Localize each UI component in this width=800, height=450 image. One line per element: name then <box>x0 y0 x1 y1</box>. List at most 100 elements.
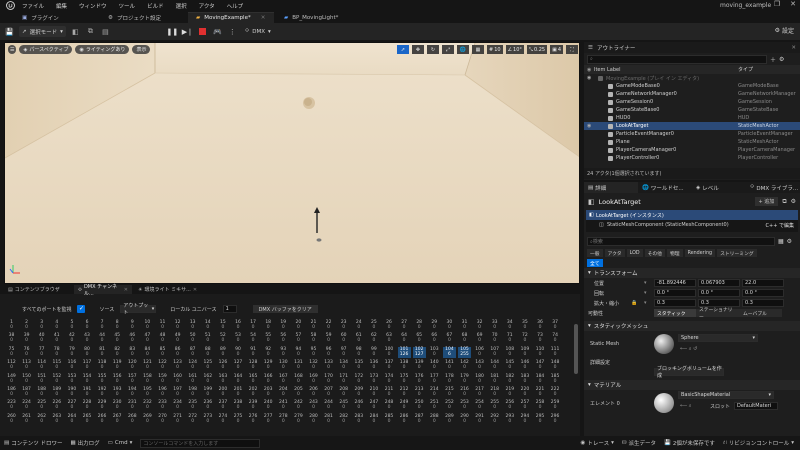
outliner-row[interactable]: GameModeBase0 GameModeBase <box>584 82 800 90</box>
tab-levels[interactable]: ◈ レベル <box>692 182 746 193</box>
rotation-y-field[interactable]: 0.0 ° <box>698 289 740 297</box>
maximize-viewport-icon[interactable]: ⛶ <box>566 45 578 54</box>
layout-icon[interactable]: ▦ <box>778 238 784 245</box>
filter-tab[interactable]: その他 <box>644 249 665 257</box>
cmd-dropdown[interactable]: ▭ Cmd ▾ <box>108 440 133 446</box>
outliner-row[interactable]: ParticleEventManager0 ParticleEventManage… <box>584 130 800 138</box>
local-universe-field[interactable]: 1 <box>222 305 237 313</box>
viewport-menu-button[interactable]: ☰ <box>8 45 17 54</box>
save-icon[interactable]: 💾 <box>4 26 15 37</box>
static-mesh-section-header[interactable]: ▾ スタティックメッシュ <box>584 321 800 331</box>
column-item-label[interactable]: Item Label <box>594 67 620 73</box>
filter-tab[interactable]: ストリーミング <box>717 249 757 257</box>
settings-button[interactable]: ⚙ 設定 <box>775 26 794 35</box>
visibility-eye-icon[interactable]: ◉ <box>587 123 591 129</box>
clear-dmx-buffer-button[interactable]: DMX バッファをクリア <box>252 305 318 313</box>
tab-details[interactable]: ▤ 詳細 <box>584 182 638 193</box>
sphere-thumbnail[interactable] <box>654 334 674 354</box>
outliner-search-input[interactable]: ⌕ <box>587 54 767 64</box>
scale-x-field[interactable]: 0.3 <box>654 299 696 307</box>
lighting-button[interactable]: ◉ ライティングあり <box>75 45 130 54</box>
blocking-volume-dropdown[interactable]: ブロッキングボリュームを作成 <box>654 366 724 379</box>
filter-icon[interactable]: ⚙ <box>779 56 784 63</box>
material-section-header[interactable]: ▾ マテリアル <box>584 380 800 390</box>
mobility-movable[interactable]: ムーバブル <box>740 309 782 317</box>
outliner-row[interactable]: HUD0 HUD <box>584 114 800 122</box>
outliner-row[interactable]: GameNetworkManager0 GameNetworkManager <box>584 90 800 98</box>
scale-z-field[interactable]: 0.3 <box>742 299 784 307</box>
outliner-row[interactable]: ◉ LookAtTarget StaticMeshActor <box>584 122 800 130</box>
mobility-static[interactable]: スタティック <box>654 309 696 317</box>
scale-tool-icon[interactable]: ⤢ <box>441 45 454 54</box>
column-type[interactable]: タイプ <box>738 66 753 73</box>
close-tab-icon[interactable]: ✕ <box>193 287 197 293</box>
level-viewport[interactable]: ☰ ◈ パースペクティブ ◉ ライティングあり 表示 ➚ ✥ ↻ ⤢ 🌐 ▦ #10… <box>4 42 580 284</box>
outliner-row[interactable]: PlayerCameraManager0 PlayerCameraManager <box>584 146 800 154</box>
stop-icon[interactable] <box>197 26 208 37</box>
chevron-down-icon[interactable]: ▾ <box>644 290 647 296</box>
unsaved-button[interactable]: 💾 2個が未保存です <box>664 439 715 447</box>
gamepad-icon[interactable]: 🎮 <box>212 26 223 37</box>
source-dropdown[interactable]: アウトプット ▾ <box>120 303 157 316</box>
slot-field[interactable]: DefaultMateri <box>734 402 778 410</box>
translate-tool-icon[interactable]: ✥ <box>411 45 424 54</box>
monitor-all-checkbox[interactable]: ✓ <box>77 305 86 313</box>
outliner-row[interactable]: Plane StaticMeshActor <box>584 138 800 146</box>
grid-snap-button[interactable]: #10 <box>486 45 503 54</box>
tab-plugins[interactable]: ▣ プラグイン <box>0 12 98 23</box>
camera-speed-button[interactable]: ▣ 4 <box>550 45 563 54</box>
cinematics-icon[interactable]: ▤ <box>100 26 111 37</box>
browse-icon[interactable]: ⟵ ⌕ <box>680 403 692 409</box>
location-z-field[interactable]: 22.0 <box>742 279 784 287</box>
skip-icon[interactable]: ▶❘ <box>182 26 193 37</box>
menu-edit[interactable]: 編集 <box>50 2 73 10</box>
tab-bp-moving-light[interactable]: ▰ BP_MovingLight* <box>276 12 366 23</box>
content-drawer-button[interactable]: ▤ コンテンツ ドロワー <box>4 439 62 447</box>
location-x-field[interactable]: -81.892446 <box>654 279 696 287</box>
trace-button[interactable]: ◉ トレース ▾ <box>581 439 614 447</box>
tab-moving-example[interactable]: ▰ MovingExample* ✕ <box>188 12 274 23</box>
chevron-down-icon[interactable]: ▾ <box>644 280 647 286</box>
rotation-x-field[interactable]: 0.0 ° <box>654 289 696 297</box>
rotation-z-field[interactable]: 0.0 ° <box>742 289 784 297</box>
maximize-icon[interactable]: ❐ <box>774 0 780 8</box>
actor-name[interactable]: LookAtTarget <box>599 198 641 206</box>
console-command-input[interactable]: コンソールコマンドを入力します <box>140 438 261 448</box>
filter-all[interactable]: 全て <box>587 259 603 267</box>
world-local-icon[interactable]: 🌐 <box>456 45 469 54</box>
show-button[interactable]: 表示 <box>132 45 151 54</box>
blueprint-icon[interactable]: ⧉ <box>782 198 786 206</box>
mobility-stationary[interactable]: ステーショナリー <box>696 308 740 320</box>
menu-actor[interactable]: アクタ <box>193 2 221 10</box>
scale-snap-button[interactable]: ⤡ 0.25 <box>526 45 548 54</box>
surface-snap-icon[interactable]: ▦ <box>471 45 484 54</box>
blueprint-menu-icon[interactable]: ⧉ <box>85 26 96 37</box>
menu-select[interactable]: 選択 <box>170 2 193 10</box>
tab-content-browser[interactable]: ▤ コンテンツブラウザ <box>4 285 72 294</box>
menu-window[interactable]: ウィンドウ <box>73 2 113 10</box>
lock-icon[interactable]: 🔒 <box>631 300 637 306</box>
tab-world-settings[interactable]: 🌐 ワールドセ... <box>638 182 692 193</box>
unreal-logo-icon[interactable] <box>4 1 16 11</box>
transform-section-header[interactable]: ▾ トランスフォーム <box>584 268 800 278</box>
component-row[interactable]: ◫ StaticMeshComponent (StaticMeshCompone… <box>586 220 798 230</box>
select-mode-dropdown[interactable]: ➚ 選択モード ▾ <box>19 26 66 37</box>
minimize-icon[interactable]: – <box>760 0 764 8</box>
settings-icon[interactable]: ⚙ <box>791 198 796 205</box>
pause-icon[interactable]: ❚❚ <box>167 26 179 37</box>
filter-tab[interactable]: Rendering <box>684 249 716 257</box>
menu-help[interactable]: ヘルプ <box>221 2 250 10</box>
material-dropdown[interactable]: BasicShapeMaterial ▾ <box>678 391 774 399</box>
details-search-input[interactable]: ⌕ 検索 <box>587 237 775 246</box>
output-log-button[interactable]: ▦ 出力ログ <box>70 439 99 447</box>
source-control-button[interactable]: ⛙ リビジョンコントロール ▾ <box>723 439 794 448</box>
tab-env-light-mixer[interactable]: ☀ 環境ライト ミキサ... ✕ <box>134 285 218 294</box>
material-thumbnail[interactable] <box>654 393 674 413</box>
visibility-eye-icon[interactable]: ◉ <box>587 75 591 81</box>
tab-dmx-library[interactable]: ⟐ DMX ライブラ... <box>746 182 800 193</box>
derived-data-button[interactable]: ⛁ 派生データ <box>622 439 656 447</box>
close-icon[interactable]: ✕ <box>791 45 796 51</box>
rotate-tool-icon[interactable]: ↻ <box>426 45 439 54</box>
browse-icon[interactable]: ⟵ ⌕ ↺ <box>680 346 697 352</box>
filter-tab[interactable]: LOD <box>626 249 643 257</box>
